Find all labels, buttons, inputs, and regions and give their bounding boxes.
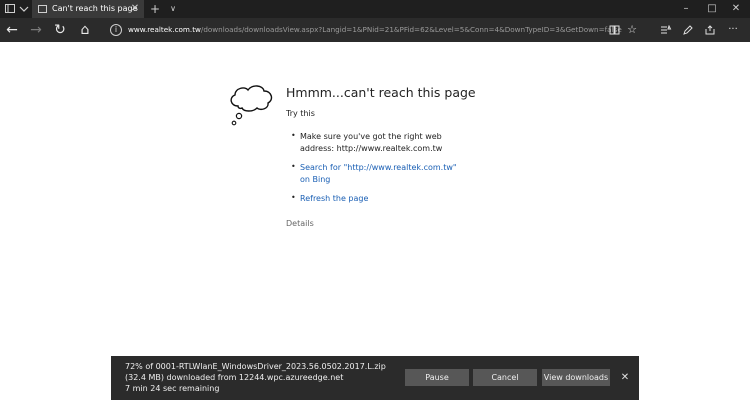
details-toggle[interactable]: Details bbox=[286, 219, 314, 228]
close-download-bar-icon[interactable]: ✕ bbox=[618, 369, 632, 386]
tab-preview-icon[interactable] bbox=[18, 0, 30, 18]
bullet-icon: • bbox=[291, 162, 296, 171]
refresh-button[interactable]: ↻ bbox=[50, 18, 70, 42]
tab-close-icon[interactable]: ✕ bbox=[128, 0, 142, 18]
site-info-icon[interactable]: i bbox=[110, 24, 122, 36]
home-button[interactable]: ⌂ bbox=[75, 18, 95, 42]
bullet-icon: • bbox=[291, 193, 296, 202]
more-icon[interactable]: ··· bbox=[724, 18, 742, 42]
close-window-button[interactable]: ✕ bbox=[728, 0, 744, 18]
cancel-button[interactable]: Cancel bbox=[473, 369, 537, 386]
favorite-star-icon[interactable]: ☆ bbox=[623, 18, 641, 42]
address-host: www.realtek.com.tw bbox=[128, 25, 201, 34]
download-time-remaining: 7 min 24 sec remaining bbox=[125, 384, 220, 393]
address-bar[interactable]: www.realtek.com.tw/downloads/downloadsVi… bbox=[128, 18, 622, 42]
page-favicon-icon bbox=[38, 5, 47, 13]
download-status-text: 72% of 0001-RTLWlanE_WindowsDriver_2023.… bbox=[125, 362, 386, 382]
thought-cloud-icon bbox=[230, 85, 273, 126]
tab-title: Can't reach this page bbox=[52, 4, 138, 13]
forward-button[interactable]: → bbox=[26, 18, 46, 42]
maximize-button[interactable]: □ bbox=[704, 0, 720, 18]
view-downloads-button[interactable]: View downloads bbox=[542, 369, 610, 386]
try-this-heading: Try this bbox=[286, 109, 315, 118]
hub-icon[interactable] bbox=[657, 18, 675, 42]
minimize-button[interactable]: – bbox=[676, 0, 696, 18]
reading-view-icon[interactable] bbox=[605, 18, 623, 42]
search-bing-link[interactable]: Search for "http://www.realtek.com.tw" o… bbox=[300, 162, 460, 186]
refresh-page-link[interactable]: Refresh the page bbox=[300, 193, 470, 205]
page-title: Hmmm...can't reach this page bbox=[286, 85, 476, 100]
pause-button[interactable]: Pause bbox=[405, 369, 469, 386]
address-path: /downloads/downloadsView.aspx?Langid=1&P… bbox=[200, 25, 622, 34]
suggestion-check-address: Make sure you've got the right web addre… bbox=[300, 132, 443, 153]
download-bar: 72% of 0001-RTLWlanE_WindowsDriver_2023.… bbox=[111, 356, 639, 400]
bullet-icon: • bbox=[291, 131, 296, 140]
new-tab-icon[interactable]: + bbox=[148, 0, 162, 18]
tab-actions-icon[interactable] bbox=[4, 0, 16, 18]
back-button[interactable]: ← bbox=[2, 18, 22, 42]
pen-icon[interactable] bbox=[679, 18, 697, 42]
share-icon[interactable] bbox=[701, 18, 719, 42]
tab-menu-chevron-icon[interactable]: ∨ bbox=[166, 0, 180, 18]
download-status: 72% of 0001-RTLWlanE_WindowsDriver_2023.… bbox=[125, 361, 397, 394]
